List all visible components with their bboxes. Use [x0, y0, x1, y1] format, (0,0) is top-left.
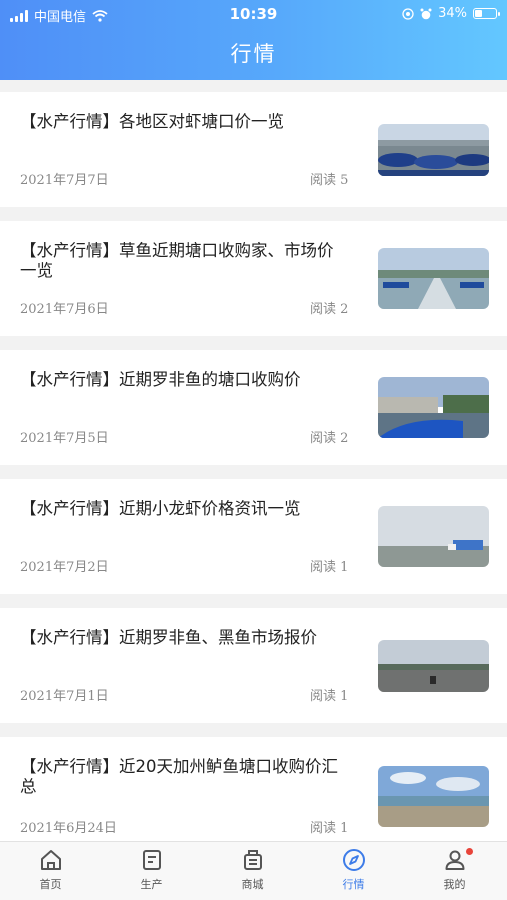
- article-title: 【水产行情】近20天加州鲈鱼塘口收购价汇总: [20, 757, 338, 796]
- tab-label: 首页: [39, 878, 62, 891]
- article-thumbnail: [378, 124, 489, 176]
- article-date: 2021年6月24日: [20, 821, 117, 836]
- shop-icon: [243, 850, 262, 870]
- article-date: 2021年7月2日: [20, 560, 109, 575]
- tab-label: 商城: [241, 878, 264, 891]
- compass-icon: [342, 849, 365, 871]
- article-card[interactable]: 【水产行情】近20天加州鲈鱼塘口收购价汇总 2021年6月24日 阅读 1: [0, 737, 507, 847]
- tab-label: 生产: [140, 878, 163, 891]
- article-read-count: 阅读 1: [310, 689, 349, 704]
- article-read-count: 阅读 5: [310, 173, 349, 188]
- battery-icon: [473, 8, 500, 19]
- article-card[interactable]: 【水产行情】近期小龙虾价格资讯一览 2021年7月2日 阅读 1: [0, 479, 507, 594]
- notification-badge: [466, 848, 473, 855]
- user-icon: [445, 850, 464, 870]
- home-icon: [40, 850, 61, 870]
- article-title: 【水产行情】近期罗非鱼的塘口收购价: [20, 370, 301, 389]
- article-thumbnail: [378, 640, 489, 692]
- bottom-tab-bar: 首页 生产 商城 行情 我的: [0, 841, 507, 900]
- article-thumbnail: [378, 766, 489, 827]
- tab-mine[interactable]: 我的: [404, 848, 505, 892]
- tab-production[interactable]: 生产: [101, 848, 202, 892]
- article-read-count: 阅读 1: [310, 821, 349, 836]
- page-title: 行情: [230, 42, 277, 66]
- article-read-count: 阅读 1: [310, 560, 349, 575]
- battery-percent: 34%: [438, 6, 467, 21]
- article-title: 【水产行情】近期罗非鱼、黑鱼市场报价: [20, 628, 317, 647]
- alarm-icon: [420, 8, 432, 19]
- article-thumbnail: [378, 377, 489, 438]
- article-date: 2021年7月6日: [20, 302, 109, 317]
- article-date: 2021年7月1日: [20, 689, 109, 704]
- tab-label: 行情: [342, 878, 365, 891]
- article-card[interactable]: 【水产行情】近期罗非鱼、黑鱼市场报价 2021年7月1日 阅读 1: [0, 608, 507, 723]
- tab-shop[interactable]: 商城: [202, 848, 303, 892]
- article-thumbnail: [378, 506, 489, 567]
- article-title: 【水产行情】各地区对虾塘口价一览: [20, 112, 284, 131]
- article-thumbnail: [378, 248, 489, 309]
- tab-market[interactable]: 行情: [303, 848, 404, 892]
- article-read-count: 阅读 2: [310, 431, 349, 446]
- tab-label: 我的: [443, 878, 466, 891]
- article-title: 【水产行情】近期小龙虾价格资讯一览: [20, 499, 301, 518]
- article-card[interactable]: 【水产行情】各地区对虾塘口价一览 2021年7月7日 阅读 5: [0, 92, 507, 207]
- document-icon: [142, 850, 161, 870]
- article-title: 【水产行情】草鱼近期塘口收购家、市场价一览: [20, 241, 334, 280]
- article-date: 2021年7月7日: [20, 173, 109, 188]
- lock-rotation-icon: [402, 7, 414, 20]
- status-bar: 中国电信 10:39 34%: [0, 0, 507, 28]
- header: 中国电信 10:39 34% 行情: [0, 0, 507, 80]
- article-read-count: 阅读 2: [310, 302, 349, 317]
- tab-home[interactable]: 首页: [0, 848, 101, 892]
- article-card[interactable]: 【水产行情】近期罗非鱼的塘口收购价 2021年7月5日 阅读 2: [0, 350, 507, 465]
- article-date: 2021年7月5日: [20, 431, 109, 446]
- article-card[interactable]: 【水产行情】草鱼近期塘口收购家、市场价一览 2021年7月6日 阅读 2: [0, 221, 507, 336]
